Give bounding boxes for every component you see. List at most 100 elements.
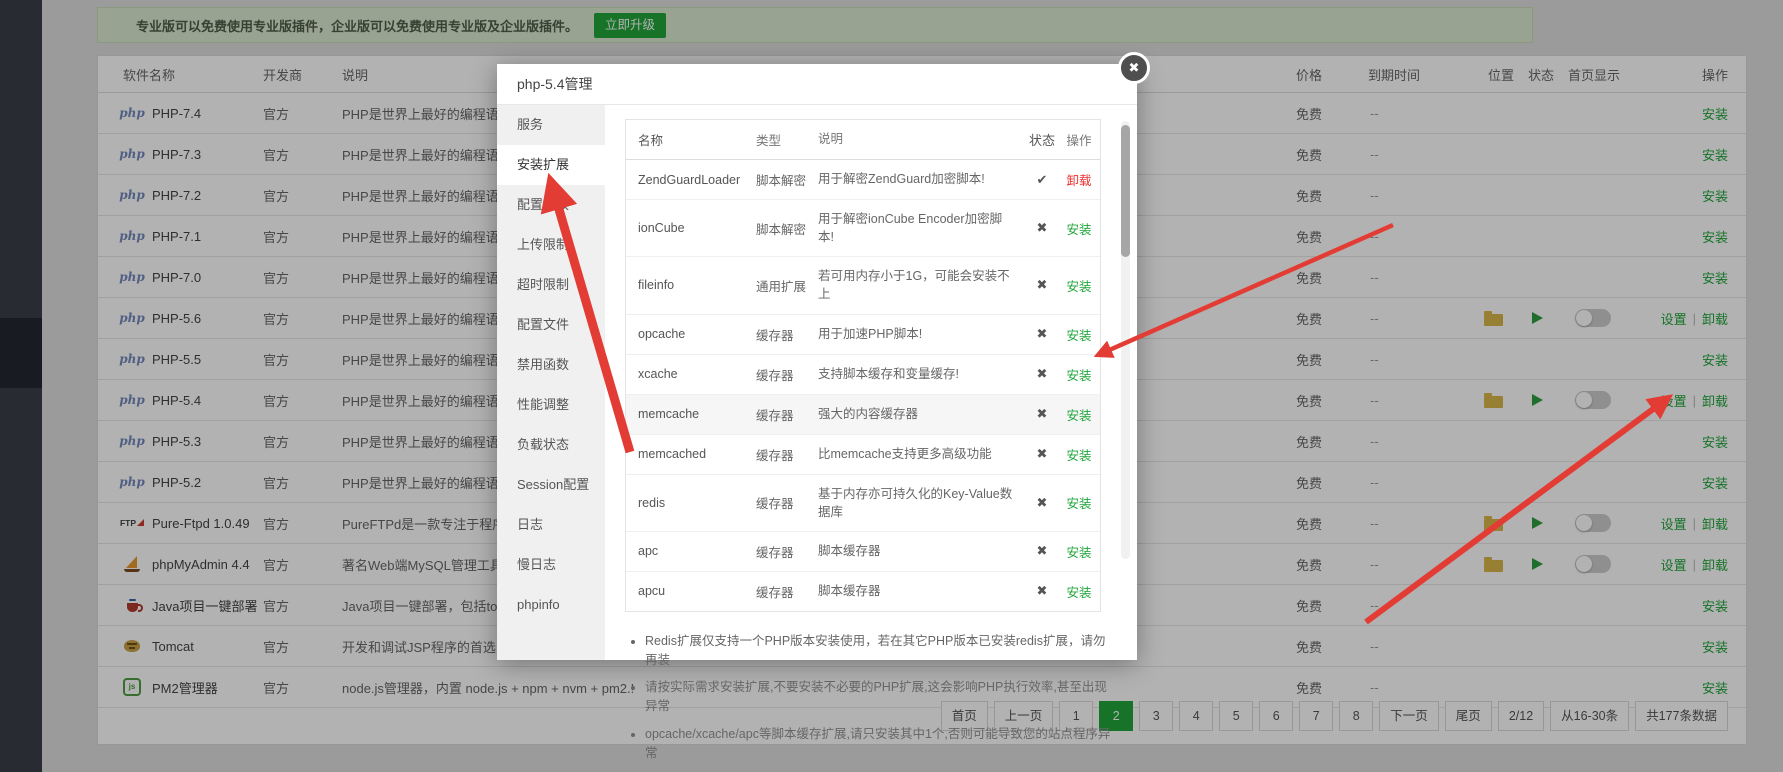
ext-action-install-link[interactable]: 安装	[1066, 223, 1091, 237]
ext-action-install-link[interactable]: 安装	[1066, 546, 1091, 560]
extension-name: opcache	[626, 317, 756, 351]
modal-scrollbar	[1121, 121, 1130, 559]
extension-name: fileinfo	[626, 268, 756, 302]
cross-icon: ✖	[1026, 543, 1058, 559]
cross-icon: ✖	[1026, 446, 1058, 462]
extension-action: 安装	[1058, 445, 1100, 464]
modal-tab-服务[interactable]: 服务	[497, 105, 605, 145]
modal-tab-配置修改[interactable]: 配置修改	[497, 185, 605, 225]
extension-description: 若可用内存小于1G，可能会安装不上	[818, 257, 1026, 313]
extension-description: 脚本缓存器	[818, 532, 1026, 570]
extension-type: 缓存器	[756, 355, 818, 394]
extension-name: memcached	[626, 437, 756, 471]
extension-row: memcache 缓存器 强大的内容缓存器 ✖ 安装	[626, 395, 1100, 435]
extension-action: 安装	[1058, 365, 1100, 384]
extension-row: redis 缓存器 基于内存亦可持久化的Key-Value数据库 ✖ 安装	[626, 475, 1100, 532]
extension-action: 安装	[1058, 219, 1100, 238]
cross-icon: ✖	[1026, 495, 1058, 511]
cross-icon: ✖	[1026, 583, 1058, 599]
extension-type: 缓存器	[756, 572, 818, 611]
modal-content: 名称 类型 说明 状态 操作 ZendGuardLoader 脚本解密 用于解密…	[605, 105, 1137, 660]
ext-action-install-link[interactable]: 安装	[1066, 329, 1091, 343]
modal-title: php-5.4管理	[497, 64, 1137, 105]
extension-action: 安装	[1058, 405, 1100, 424]
extension-name: xcache	[626, 357, 756, 391]
modal-tab-超时限制[interactable]: 超时限制	[497, 265, 605, 305]
extension-row: apc 缓存器 脚本缓存器 ✖ 安装	[626, 532, 1100, 572]
cross-icon: ✖	[1026, 326, 1058, 342]
extension-note: opcache/xcache/apc等脚本缓存扩展,请只安装其中1个,否则可能导…	[645, 725, 1113, 763]
ext-action-uninstall-link[interactable]: 卸载	[1066, 174, 1091, 188]
ext-col-desc: 说明	[818, 120, 1026, 158]
ext-action-install-link[interactable]: 安装	[1066, 280, 1091, 294]
extension-notes: Redis扩展仅支持一个PHP版本安装使用，若在其它PHP版本已安装redis扩…	[629, 632, 1113, 763]
extension-row: opcache 缓存器 用于加速PHP脚本! ✖ 安装	[626, 315, 1100, 355]
extension-type: 通用扩展	[756, 266, 818, 305]
ext-action-install-link[interactable]: 安装	[1066, 497, 1091, 511]
cross-icon: ✖	[1026, 220, 1058, 236]
extension-description: 强大的内容缓存器	[818, 395, 1026, 433]
extension-table-header: 名称 类型 说明 状态 操作	[626, 120, 1100, 160]
extension-name: apcu	[626, 574, 756, 608]
ext-col-action: 操作	[1058, 130, 1100, 149]
extension-row: apcu 缓存器 脚本缓存器 ✖ 安装	[626, 572, 1100, 611]
cross-icon: ✖	[1026, 406, 1058, 422]
extension-description: 用于解密ionCube Encoder加密脚本!	[818, 200, 1026, 256]
extension-table: 名称 类型 说明 状态 操作 ZendGuardLoader 脚本解密 用于解密…	[625, 119, 1101, 612]
extension-row: ionCube 脚本解密 用于解密ionCube Encoder加密脚本! ✖ …	[626, 200, 1100, 257]
extension-name: apc	[626, 534, 756, 568]
extension-note: Redis扩展仅支持一个PHP版本安装使用，若在其它PHP版本已安装redis扩…	[645, 632, 1113, 670]
extension-type: 缓存器	[756, 483, 818, 522]
extension-action: 安装	[1058, 325, 1100, 344]
modal-tab-负载状态[interactable]: 负载状态	[497, 425, 605, 465]
extension-type: 缓存器	[756, 532, 818, 571]
modal-tab-Session配置[interactable]: Session配置	[497, 465, 605, 505]
modal-tab-日志[interactable]: 日志	[497, 505, 605, 545]
page: 专业版可以免费使用专业版插件，企业版可以免费使用专业版及企业版插件。 立即升级 …	[0, 0, 1783, 772]
modal-tab-慢日志[interactable]: 慢日志	[497, 545, 605, 585]
extension-rows: ZendGuardLoader 脚本解密 用于解密ZendGuard加密脚本! …	[626, 160, 1100, 611]
extension-type: 缓存器	[756, 435, 818, 474]
modal-tab-phpinfo[interactable]: phpinfo	[497, 585, 605, 625]
modal-scrollbar-thumb[interactable]	[1121, 125, 1130, 257]
extension-type: 脚本解密	[756, 160, 818, 199]
ext-action-install-link[interactable]: 安装	[1066, 449, 1091, 463]
cross-icon: ✖	[1026, 277, 1058, 293]
extension-action: 安装	[1058, 582, 1100, 601]
cross-icon: ✖	[1026, 366, 1058, 382]
extension-description: 支持脚本缓存和变量缓存!	[818, 355, 1026, 393]
extension-description: 比memcache支持更多高级功能	[818, 435, 1026, 473]
check-icon: ✔	[1026, 172, 1058, 188]
extension-action: 安装	[1058, 493, 1100, 512]
extension-description: 用于加速PHP脚本!	[818, 315, 1026, 353]
ext-action-install-link[interactable]: 安装	[1066, 369, 1091, 383]
extension-note: 请按实际需求安装扩展,不要安装不必要的PHP扩展,这会影响PHP执行效率,甚至出…	[645, 678, 1113, 716]
extension-description: 用于解密ZendGuard加密脚本!	[818, 160, 1026, 198]
extension-action: 卸载	[1058, 170, 1100, 189]
modal-tab-上传限制[interactable]: 上传限制	[497, 225, 605, 265]
extension-type: 缓存器	[756, 315, 818, 354]
modal-tab-性能调整[interactable]: 性能调整	[497, 385, 605, 425]
modal-sidebar: 服务安装扩展配置修改上传限制超时限制配置文件禁用函数性能调整负载状态Sessio…	[497, 105, 605, 660]
extension-type: 脚本解密	[756, 209, 818, 248]
ext-col-status: 状态	[1026, 130, 1058, 149]
extension-row: ZendGuardLoader 脚本解密 用于解密ZendGuard加密脚本! …	[626, 160, 1100, 200]
extension-row: memcached 缓存器 比memcache支持更多高级功能 ✖ 安装	[626, 435, 1100, 475]
extension-action: 安装	[1058, 276, 1100, 295]
extension-description: 脚本缓存器	[818, 572, 1026, 610]
modal-tab-禁用函数[interactable]: 禁用函数	[497, 345, 605, 385]
ext-col-type: 类型	[756, 120, 818, 159]
extension-row: fileinfo 通用扩展 若可用内存小于1G，可能会安装不上 ✖ 安装	[626, 257, 1100, 314]
extension-type: 缓存器	[756, 395, 818, 434]
extension-name: ionCube	[626, 211, 756, 245]
extension-action: 安装	[1058, 542, 1100, 561]
close-icon[interactable]: ✖	[1118, 52, 1150, 84]
php-manage-modal: ✖ php-5.4管理 服务安装扩展配置修改上传限制超时限制配置文件禁用函数性能…	[497, 64, 1137, 660]
ext-action-install-link[interactable]: 安装	[1066, 409, 1091, 423]
extension-name: redis	[626, 486, 756, 520]
ext-col-name: 名称	[626, 120, 756, 159]
extension-row: xcache 缓存器 支持脚本缓存和变量缓存! ✖ 安装	[626, 355, 1100, 395]
modal-tab-配置文件[interactable]: 配置文件	[497, 305, 605, 345]
ext-action-install-link[interactable]: 安装	[1066, 586, 1091, 600]
modal-tab-安装扩展[interactable]: 安装扩展	[497, 145, 605, 185]
